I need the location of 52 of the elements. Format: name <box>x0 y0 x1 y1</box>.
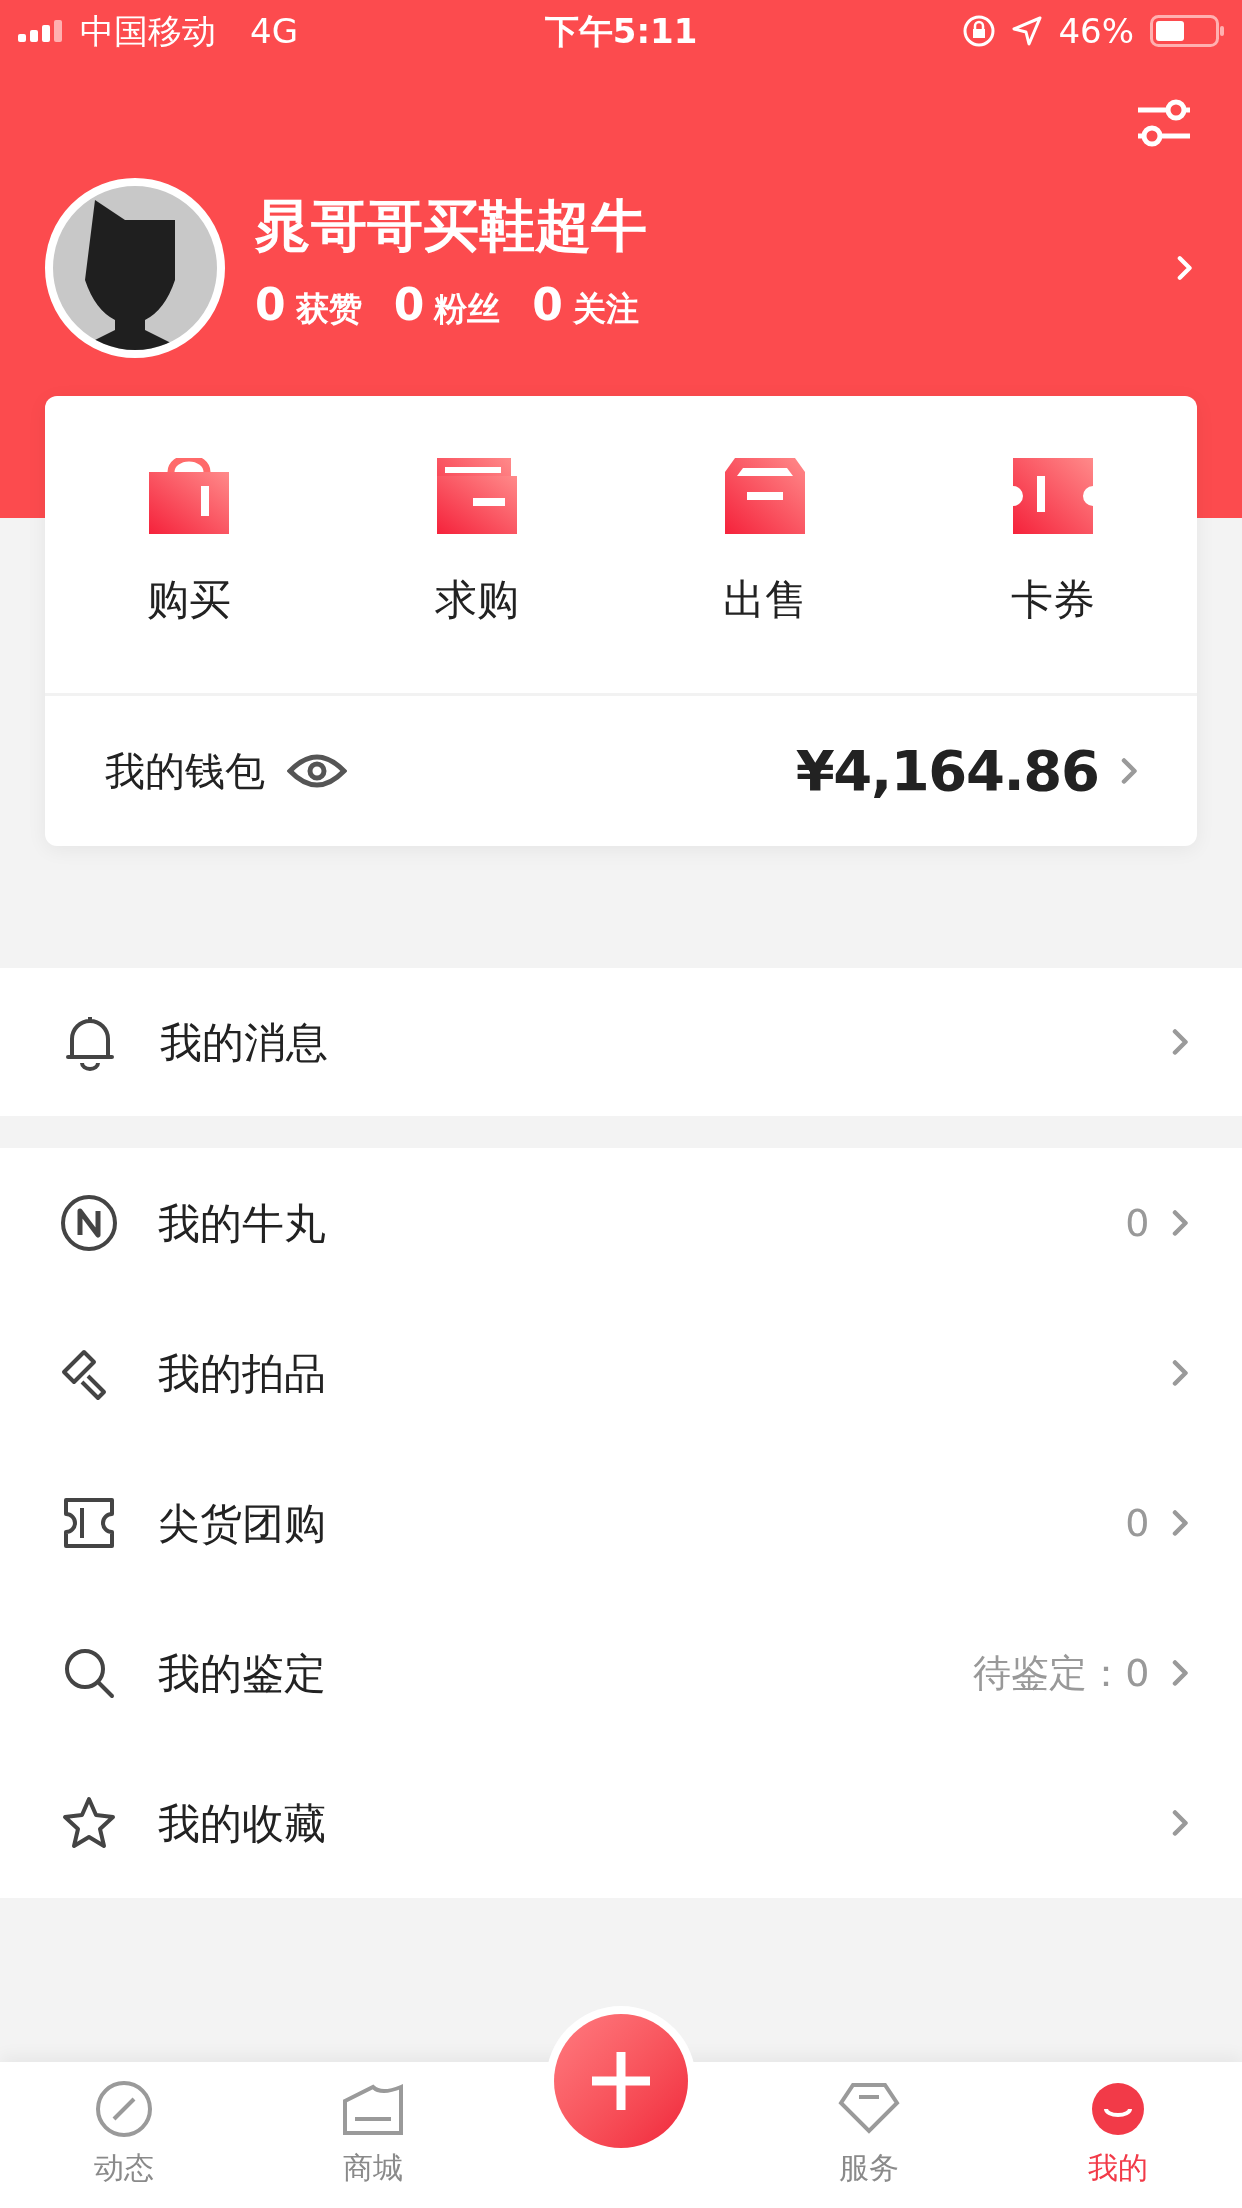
action-item[interactable]: 出售 <box>621 458 909 631</box>
battery-percent-text: 46% <box>1058 9 1134 53</box>
action-item[interactable]: 求购 <box>333 458 621 631</box>
menu-label: 我的消息 <box>160 1016 328 1069</box>
plus-icon <box>592 2052 650 2110</box>
rotation-lock-icon <box>962 14 997 48</box>
settings-sliders-icon[interactable] <box>1136 98 1192 148</box>
stat-count: 0 <box>532 278 563 332</box>
network-text: 4G <box>250 9 298 53</box>
menu-label: 我的鉴定 <box>158 1647 326 1700</box>
wallet-label: 我的钱包 <box>105 747 265 796</box>
action-item[interactable]: 卡券 <box>909 458 1197 631</box>
menu-row[interactable]: 我的牛丸 0 <box>0 1148 1242 1298</box>
tab-item[interactable]: 我的 <box>993 2062 1242 2208</box>
menu-row[interactable]: 尖货团购 0 <box>0 1448 1242 1598</box>
ticket-icon <box>1013 458 1093 534</box>
menu-label: 我的收藏 <box>158 1797 326 1850</box>
wallet-row[interactable]: 我的钱包 ¥4,164.86 <box>45 696 1197 846</box>
carrier-text: 中国移动 <box>80 9 216 53</box>
chevron-right-icon <box>1171 1658 1188 1688</box>
wallet-amount: ¥4,164.86 <box>795 737 1099 805</box>
chevron-right-icon <box>1120 756 1137 786</box>
stat-count: 0 <box>393 278 425 332</box>
menu-row[interactable]: 我的收藏 <box>0 1748 1242 1898</box>
stat-label: 粉丝 <box>434 288 501 330</box>
chevron-right-icon <box>1171 1508 1188 1538</box>
chevron-right-icon <box>1171 1027 1188 1057</box>
menu-label: 我的拍品 <box>158 1347 326 1400</box>
menu-row[interactable]: 我的拍品 <box>0 1298 1242 1448</box>
chevron-right-icon <box>1171 1208 1188 1238</box>
time-text: 下午5:11 <box>544 9 698 53</box>
menu-value: 0 <box>1125 1499 1150 1547</box>
chevron-right-icon <box>1176 254 1192 282</box>
menu-value: 待鉴定：0 <box>973 1649 1150 1697</box>
menu-row[interactable]: 我的鉴定 待鉴定：0 <box>0 1598 1242 1748</box>
message-row[interactable]: 我的消息 <box>0 968 1242 1116</box>
username-text: 晁哥哥买鞋超牛 <box>255 198 648 254</box>
location-arrow-icon <box>1012 16 1043 46</box>
n-coin-icon <box>60 1194 118 1252</box>
menu-value: 0 <box>1125 1199 1150 1247</box>
stat-count: 0 <box>255 278 286 332</box>
chevron-right-icon <box>1171 1358 1188 1388</box>
menu-label: 我的牛丸 <box>158 1197 326 1250</box>
card-icon <box>437 458 517 534</box>
shopping-bag-icon <box>149 458 229 534</box>
action-item[interactable]: 购买 <box>45 458 333 631</box>
box-icon <box>725 458 805 534</box>
stat-label: 获赞 <box>295 288 362 330</box>
stat-label: 关注 <box>572 288 639 330</box>
menu-label: 尖货团购 <box>158 1497 326 1550</box>
chevron-right-icon <box>1171 1808 1188 1838</box>
battery-icon <box>1150 15 1224 47</box>
